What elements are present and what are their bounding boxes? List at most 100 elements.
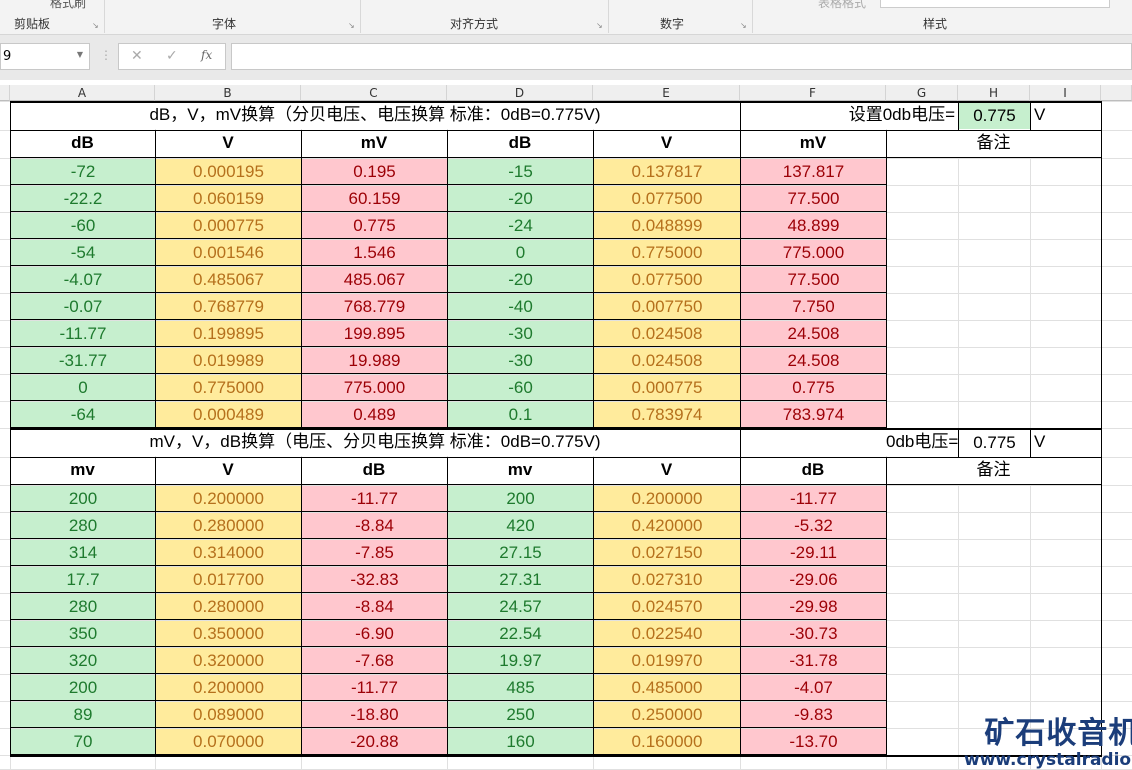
data-cell[interactable]: -29.98 [741, 594, 886, 620]
data-cell[interactable]: 0.024508 [594, 321, 740, 347]
data-cell[interactable]: 0.137817 [594, 159, 740, 185]
dialog-launcher-icon[interactable]: ↘ [740, 21, 747, 30]
data-cell[interactable]: 60.159 [302, 186, 447, 212]
reference-voltage-input[interactable]: 0.775 [959, 429, 1030, 456]
data-cell[interactable]: 0.027150 [594, 540, 740, 566]
data-cell[interactable]: 0.024570 [594, 594, 740, 620]
data-cell[interactable]: 0.000489 [156, 402, 301, 428]
data-cell[interactable]: 0.195 [302, 159, 447, 185]
data-cell[interactable]: 200 [11, 486, 155, 512]
data-cell[interactable]: 24.508 [741, 321, 886, 347]
data-cell[interactable]: 1.546 [302, 240, 447, 266]
column-header-B[interactable]: B [155, 85, 301, 101]
data-cell[interactable]: 200 [11, 675, 155, 701]
data-cell[interactable]: 0.775000 [156, 375, 301, 401]
data-cell[interactable]: 0.017700 [156, 567, 301, 593]
data-cell[interactable]: 0.019989 [156, 348, 301, 374]
data-cell[interactable]: 70 [11, 729, 155, 755]
data-cell[interactable]: -11.77 [302, 486, 447, 512]
dialog-launcher-icon[interactable]: ↘ [596, 21, 603, 30]
data-cell[interactable]: -72 [11, 159, 155, 185]
column-header-G[interactable]: G [886, 85, 958, 101]
data-cell[interactable]: -8.84 [302, 513, 447, 539]
data-cell[interactable]: 0.200000 [594, 486, 740, 512]
data-cell[interactable]: 314 [11, 540, 155, 566]
data-cell[interactable]: 77.500 [741, 267, 886, 293]
check-icon[interactable]: ✓ [166, 48, 178, 64]
data-cell[interactable]: 0 [448, 240, 593, 266]
data-cell[interactable]: -20.88 [302, 729, 447, 755]
data-cell[interactable]: -7.85 [302, 540, 447, 566]
data-cell[interactable]: 160 [448, 729, 593, 755]
data-cell[interactable]: -11.77 [302, 675, 447, 701]
data-cell[interactable]: 0.000775 [156, 213, 301, 239]
data-cell[interactable]: 320 [11, 648, 155, 674]
data-cell[interactable]: -31.77 [11, 348, 155, 374]
data-cell[interactable]: 0.160000 [594, 729, 740, 755]
data-cell[interactable]: 19.97 [448, 648, 593, 674]
data-cell[interactable]: 199.895 [302, 321, 447, 347]
data-cell[interactable]: -0.07 [11, 294, 155, 320]
data-cell[interactable]: -29.06 [741, 567, 886, 593]
data-cell[interactable]: 0.775000 [594, 240, 740, 266]
reference-voltage-input[interactable]: 0.775 [959, 102, 1030, 129]
data-cell[interactable]: 0.070000 [156, 729, 301, 755]
formula-input[interactable] [231, 43, 1132, 70]
data-cell[interactable]: 0.000775 [594, 375, 740, 401]
data-cell[interactable]: 775.000 [741, 240, 886, 266]
data-cell[interactable]: 137.817 [741, 159, 886, 185]
data-cell[interactable]: -7.68 [302, 648, 447, 674]
data-cell[interactable]: 0.420000 [594, 513, 740, 539]
data-cell[interactable]: 0.077500 [594, 267, 740, 293]
column-header-E[interactable]: E [593, 85, 740, 101]
data-cell[interactable]: 0.250000 [594, 702, 740, 728]
data-cell[interactable]: -60 [11, 213, 155, 239]
data-cell[interactable]: -4.07 [741, 675, 886, 701]
dialog-launcher-icon[interactable]: ↘ [92, 21, 99, 30]
data-cell[interactable]: 24.57 [448, 594, 593, 620]
dialog-launcher-icon[interactable]: ↘ [348, 21, 355, 30]
data-cell[interactable]: -5.32 [741, 513, 886, 539]
data-cell[interactable]: 27.31 [448, 567, 593, 593]
data-cell[interactable]: -29.11 [741, 540, 886, 566]
data-cell[interactable]: 0.048899 [594, 213, 740, 239]
data-cell[interactable]: -20 [448, 186, 593, 212]
data-cell[interactable]: 7.750 [741, 294, 886, 320]
data-cell[interactable]: 24.508 [741, 348, 886, 374]
drag-handle-icon[interactable]: ⋮ [100, 48, 112, 62]
data-cell[interactable]: 280 [11, 594, 155, 620]
data-cell[interactable]: 89 [11, 702, 155, 728]
data-cell[interactable]: -24 [448, 213, 593, 239]
data-cell[interactable]: 485.067 [302, 267, 447, 293]
data-cell[interactable]: 22.54 [448, 621, 593, 647]
data-cell[interactable]: 0.768779 [156, 294, 301, 320]
data-cell[interactable]: 0.280000 [156, 513, 301, 539]
chevron-down-icon[interactable]: ▼ [77, 50, 83, 59]
data-cell[interactable]: 768.779 [302, 294, 447, 320]
data-cell[interactable]: 0.485000 [594, 675, 740, 701]
data-cell[interactable]: 0.1 [448, 402, 593, 428]
data-cell[interactable]: -32.83 [302, 567, 447, 593]
data-cell[interactable]: 77.500 [741, 186, 886, 212]
data-cell[interactable]: 48.899 [741, 213, 886, 239]
data-cell[interactable]: 485 [448, 675, 593, 701]
column-header-D[interactable]: D [447, 85, 593, 101]
data-cell[interactable]: 350 [11, 621, 155, 647]
data-cell[interactable]: 0.485067 [156, 267, 301, 293]
data-cell[interactable]: 0.775 [302, 213, 447, 239]
data-cell[interactable]: -13.70 [741, 729, 886, 755]
name-box[interactable]: 9 ▼ [0, 43, 90, 70]
column-header-H[interactable]: H [958, 85, 1030, 101]
data-cell[interactable]: 0.200000 [156, 675, 301, 701]
data-cell[interactable]: 250 [448, 702, 593, 728]
data-cell[interactable]: 200 [448, 486, 593, 512]
data-cell[interactable]: -22.2 [11, 186, 155, 212]
data-cell[interactable]: 0.489 [302, 402, 447, 428]
data-cell[interactable]: 420 [448, 513, 593, 539]
data-cell[interactable]: 17.7 [11, 567, 155, 593]
column-header-C[interactable]: C [301, 85, 447, 101]
data-cell[interactable]: 0.280000 [156, 594, 301, 620]
data-cell[interactable]: 0.027310 [594, 567, 740, 593]
data-cell[interactable]: -15 [448, 159, 593, 185]
data-cell[interactable]: 783.974 [741, 402, 886, 428]
